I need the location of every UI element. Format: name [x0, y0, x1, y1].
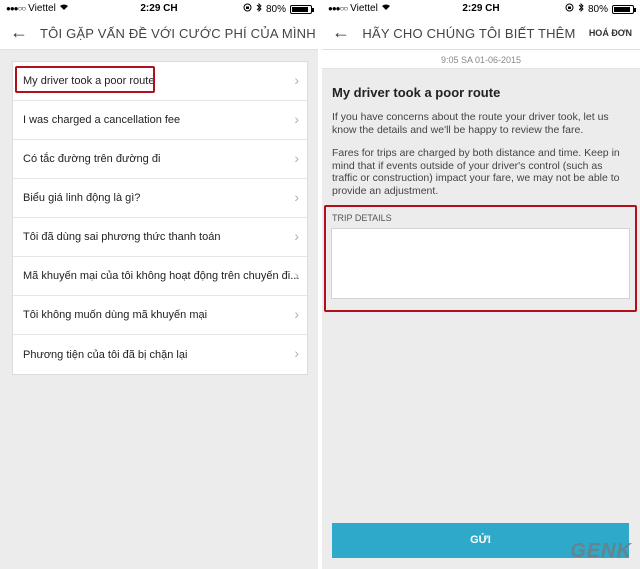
page-title: HÃY CHO CHÚNG TÔI BIẾT THÊM — [362, 26, 576, 41]
help-paragraph: Fares for trips are charged by both dist… — [332, 147, 620, 197]
back-arrow-icon[interactable]: ← — [332, 22, 350, 43]
chevron-right-icon: › — [294, 111, 299, 127]
list-item[interactable]: Tôi đã dùng sai phương thức thanh toán › — [13, 218, 307, 257]
list-item-label: Tôi không muốn dùng mã khuyến mại — [23, 309, 208, 321]
battery-icon — [290, 4, 314, 14]
list-item-label: My driver took a poor route — [23, 75, 155, 87]
lock-rotation-icon — [243, 3, 252, 15]
list-item[interactable]: Biểu giá linh động là gì? › — [13, 179, 307, 218]
chevron-right-icon: › — [294, 267, 299, 283]
list-item[interactable]: I was charged a cancellation fee › — [13, 101, 307, 140]
list-item-label: Có tắc đường trên đường đi — [23, 153, 161, 165]
nav-bar: ← HÃY CHO CHÚNG TÔI BIẾT THÊM HOÁ ĐƠN — [322, 18, 640, 50]
trip-details-input[interactable] — [331, 228, 630, 299]
battery-percent: 80% — [265, 3, 286, 15]
list-item[interactable]: Tôi không muốn dùng mã khuyến mại › — [13, 296, 307, 335]
lock-rotation-icon — [565, 3, 574, 15]
page-title: TÔI GẶP VẤN ĐỀ VỚI CƯỚC PHÍ CỦA MÌNH — [40, 26, 316, 41]
list-item[interactable]: Phương tiện của tôi đã bị chặn lại › — [13, 335, 307, 374]
status-bar: ●●●○○ Viettel 2:29 CH 80% — [0, 0, 318, 18]
list-item-label: Biểu giá linh động là gì? — [23, 192, 141, 204]
help-content: My driver took a poor route If you have … — [322, 85, 640, 197]
list-item-label: I was charged a cancellation fee — [23, 114, 181, 126]
list-item-label: Tôi đã dùng sai phương thức thanh toán — [23, 231, 221, 243]
list-item-label: Phương tiện của tôi đã bị chặn lại — [23, 348, 188, 361]
list-item[interactable]: My driver took a poor route › — [13, 62, 307, 101]
issue-heading: My driver took a poor route — [332, 85, 501, 100]
list-item[interactable]: Có tắc đường trên đường đi › — [13, 140, 307, 179]
invoice-button[interactable]: HOÁ ĐƠN — [589, 28, 632, 38]
list-item-label: Mã khuyến mại của tôi không hoạt động tr… — [23, 270, 300, 282]
status-bar: ●●●○○ Viettel 2:29 CH 80% — [322, 0, 640, 18]
chevron-right-icon: › — [294, 306, 299, 322]
chevron-right-icon: › — [294, 189, 299, 205]
right-screen: ●●●○○ Viettel 2:29 CH 80% ← HÃY CHO CHÚN… — [322, 0, 640, 569]
chevron-right-icon: › — [294, 345, 299, 361]
chevron-right-icon: › — [294, 150, 299, 166]
watermark-logo: GENK — [570, 540, 632, 562]
battery-icon — [612, 4, 636, 14]
trip-date: 9:05 SA 01-06-2015 — [322, 50, 640, 69]
issue-list: My driver took a poor route › I was char… — [12, 61, 308, 375]
bluetooth-icon — [256, 2, 262, 15]
battery-percent: 80% — [587, 3, 608, 15]
chevron-right-icon: › — [294, 72, 299, 88]
bluetooth-icon — [578, 2, 584, 15]
back-arrow-icon[interactable]: ← — [10, 22, 28, 43]
chevron-right-icon: › — [294, 228, 299, 244]
left-screen: ●●●○○ Viettel 2:29 CH 80% ← TÔI GẶP VẤN … — [0, 0, 318, 569]
trip-details-section: TRIP DETAILS — [326, 205, 637, 312]
nav-bar: ← TÔI GẶP VẤN ĐỀ VỚI CƯỚC PHÍ CỦA MÌNH — [0, 18, 318, 50]
help-paragraph: If you have concerns about the route you… — [332, 111, 609, 136]
trip-details-label: TRIP DETAILS — [332, 213, 392, 223]
list-item[interactable]: Mã khuyến mại của tôi không hoạt động tr… — [13, 257, 307, 296]
